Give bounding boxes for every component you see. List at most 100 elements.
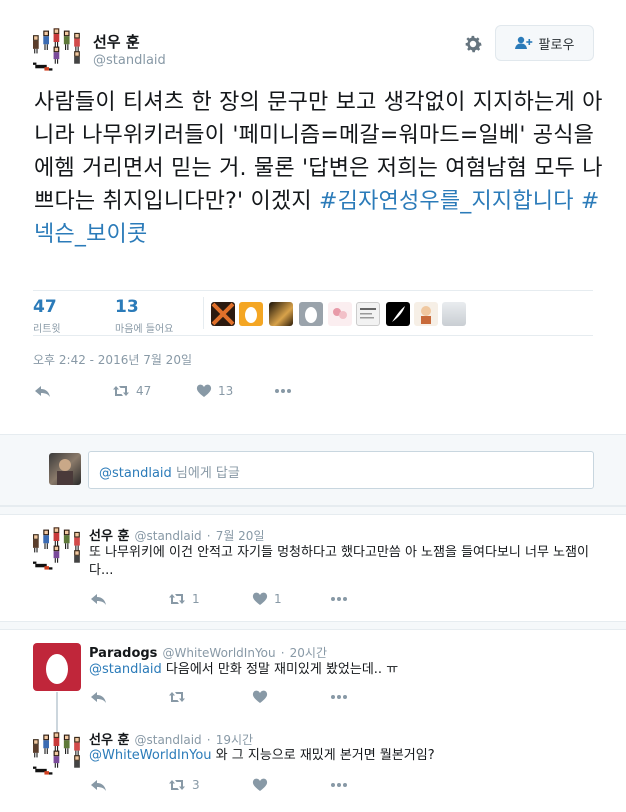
user-photo-icon	[57, 459, 73, 485]
reply-button[interactable]	[34, 383, 112, 399]
retweet-icon	[169, 692, 185, 702]
follow-person-icon	[514, 36, 532, 49]
mention-link[interactable]: @standlaid	[89, 662, 162, 677]
reply-author-name[interactable]: Paradogs	[89, 646, 157, 661]
more-button[interactable]	[330, 689, 348, 705]
reply-text: 또 나무위키에 이건 안적고 자기들 멍청하다고 했다고만씀 아 노잼을 들여다…	[89, 545, 589, 578]
retweet-button[interactable]: 47	[112, 383, 196, 399]
more-button[interactable]	[330, 777, 348, 793]
default-avatar[interactable]	[33, 643, 81, 691]
like-button[interactable]: 13	[196, 383, 274, 399]
reply-time[interactable]: 19시간	[216, 733, 253, 747]
like-button[interactable]	[252, 689, 330, 705]
reply-button[interactable]	[90, 689, 168, 705]
text-logo-icon	[360, 308, 376, 319]
more-icon	[331, 783, 347, 787]
like-count[interactable]: 13 마음에 들어요	[115, 297, 173, 335]
reply-tweet[interactable]: 선우 훈 @standlaid · 7월 20일 또 나무위키에 이건 안적고 …	[0, 515, 626, 621]
author-handle[interactable]: @standlaid	[93, 53, 166, 68]
retweet-action-count: 3	[192, 778, 200, 792]
reply-text: @standlaid 다음에서 만화 정말 재미있게 봤었는데.. ㅠ	[89, 661, 604, 679]
liker-avatar[interactable]	[269, 302, 293, 326]
reply-author-name[interactable]: 선우 훈	[89, 529, 129, 544]
liker-avatar[interactable]	[299, 302, 323, 326]
tweet-stats: 47 리트윗 13 마음에 들어요	[33, 290, 593, 336]
heart-icon	[252, 778, 268, 791]
pixel-avatar-icon[interactable]	[33, 730, 81, 778]
reply-button[interactable]	[90, 591, 168, 607]
like-count-value: 13	[115, 297, 139, 317]
liker-avatar-image	[211, 302, 235, 326]
retweet-button[interactable]: 1	[168, 591, 252, 607]
reply-header: 선우 훈 @standlaid · 7월 20일	[89, 525, 265, 544]
heart-icon	[252, 592, 268, 605]
liker-avatar[interactable]	[328, 302, 352, 326]
liker-avatar[interactable]	[442, 302, 466, 326]
more-icon	[331, 597, 347, 601]
reply-handle[interactable]: @WhiteWorldInYou	[163, 646, 276, 660]
mention-link[interactable]: @WhiteWorldInYou	[89, 748, 212, 763]
more-button[interactable]	[274, 383, 292, 399]
reply-input[interactable]: @standlaid 님에게 답글	[88, 451, 594, 489]
reply-body: 다음에서 만화 정말 재미있게 봤었는데.. ㅠ	[161, 662, 399, 677]
main-tweet: 선우 훈 @standlaid 팔로우 사람들이 티셔츠 한 장의 문구만 보고…	[0, 0, 626, 433]
reply-icon	[91, 594, 106, 605]
section-divider	[0, 506, 626, 515]
reply-time[interactable]: 7월 20일	[216, 529, 265, 543]
reply-author-name[interactable]: 선우 훈	[89, 733, 129, 748]
pixel-avatar-icon[interactable]	[33, 26, 81, 74]
feather-icon	[392, 306, 405, 322]
liker-avatar[interactable]	[356, 302, 380, 326]
reply-handle[interactable]: @standlaid	[135, 733, 202, 747]
like-button[interactable]: 1	[252, 591, 330, 607]
retweet-icon	[169, 594, 185, 604]
pixel-avatar-icon[interactable]	[33, 525, 81, 573]
reply-actions: 1 1	[90, 591, 348, 607]
reply-mention: @standlaid	[99, 466, 172, 481]
liker-avatar[interactable]	[414, 302, 438, 326]
heart-icon	[252, 690, 268, 703]
stats-divider	[203, 297, 204, 329]
reply-tweet[interactable]: 선우 훈 @standlaid · 19시간 @WhiteWorldInYou …	[0, 720, 626, 812]
liker-avatar[interactable]	[239, 302, 263, 326]
more-icon	[331, 695, 347, 699]
retweet-button[interactable]: 3	[168, 777, 252, 793]
egg-icon	[245, 307, 257, 323]
retweet-action-count: 47	[136, 384, 152, 398]
retweet-icon	[113, 386, 129, 396]
like-button[interactable]	[252, 777, 330, 793]
retweet-action-count: 1	[192, 592, 200, 606]
current-user-avatar[interactable]	[49, 453, 81, 485]
hashtag-link[interactable]: #김자연성우를_지지합니다	[319, 189, 574, 214]
reply-body: 와 그 지능으로 재밌게 본거면 뭘본거임?	[211, 748, 435, 763]
tweet-timestamp[interactable]: 오후 2:42 - 2016년 7월 20일	[33, 351, 192, 368]
reply-actions	[90, 689, 348, 705]
retweet-icon	[169, 780, 185, 790]
egg-icon	[46, 654, 68, 684]
reply-tweet[interactable]: Paradogs @WhiteWorldInYou · 20시간 @standl…	[0, 630, 626, 736]
like-action-count: 13	[218, 384, 234, 398]
tweet-actions: 47 13	[34, 383, 292, 399]
heart-icon	[196, 384, 212, 397]
tweet-text: 사람들이 티셔츠 한 장의 문구만 보고 생각없이 지지하는게 아니라 나무위키…	[34, 86, 604, 251]
author-name[interactable]: 선우 훈	[93, 31, 140, 52]
more-button[interactable]	[330, 591, 348, 607]
section-divider	[0, 621, 626, 630]
retweet-count[interactable]: 47 리트윗	[33, 297, 61, 335]
reply-placeholder: 님에게 답글	[171, 466, 240, 481]
reply-icon	[91, 780, 106, 791]
reply-text: @WhiteWorldInYou 와 그 지능으로 재밌게 본거면 뭘본거임?	[89, 747, 604, 765]
retweet-button[interactable]	[168, 689, 252, 705]
reply-button[interactable]	[90, 777, 168, 793]
reply-icon	[91, 692, 106, 703]
reply-header: 선우 훈 @standlaid · 19시간	[89, 729, 253, 748]
reply-handle[interactable]: @standlaid	[135, 529, 202, 543]
reply-header: Paradogs @WhiteWorldInYou · 20시간	[89, 642, 327, 661]
follow-button[interactable]: 팔로우	[495, 25, 594, 61]
gear-icon[interactable]	[462, 33, 484, 55]
liker-avatar[interactable]	[211, 302, 235, 326]
reply-dot: ·	[206, 733, 211, 747]
reply-time[interactable]: 20시간	[290, 646, 327, 660]
liker-avatar[interactable]	[386, 302, 410, 326]
retweet-count-label: 리트윗	[33, 324, 61, 335]
